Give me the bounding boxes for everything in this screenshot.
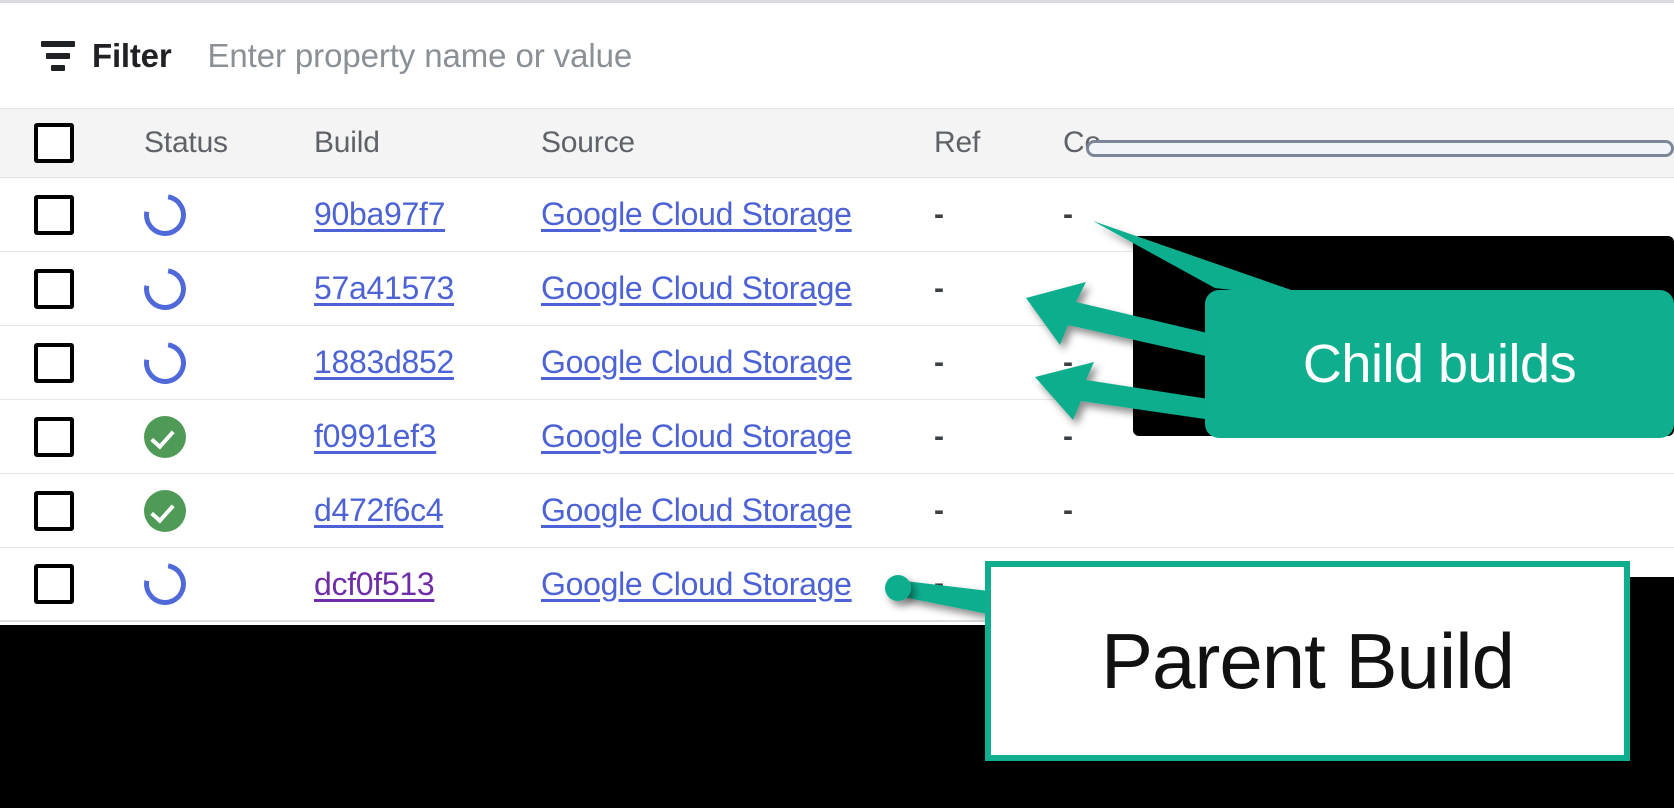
row-ref-cell: - — [934, 178, 994, 251]
select-all-checkbox[interactable] — [34, 123, 74, 163]
row-commit-cell: - — [1063, 178, 1123, 251]
row-build-cell: dcf0f513 — [314, 548, 524, 620]
build-link[interactable]: dcf0f513 — [314, 566, 435, 603]
commit-value: - — [1063, 197, 1073, 231]
row-source-cell: Google Cloud Storage — [541, 326, 871, 399]
build-link[interactable]: f0991ef3 — [314, 418, 436, 455]
filter-icon[interactable] — [38, 39, 78, 73]
filter-bar: Filter — [0, 3, 1674, 108]
column-header-status-label: Status — [144, 126, 228, 159]
ref-value: - — [934, 197, 944, 231]
row-source-cell: Google Cloud Storage — [541, 178, 871, 251]
row-status-cell — [144, 474, 284, 547]
parent-build-label: Parent Build — [1101, 617, 1515, 705]
in-progress-spinner-icon — [135, 554, 195, 614]
row-checkbox[interactable] — [34, 416, 74, 457]
row-select-cell — [34, 400, 94, 473]
row-source-cell: Google Cloud Storage — [541, 400, 871, 473]
row-source-cell: Google Cloud Storage — [541, 474, 871, 547]
row-build-cell: 90ba97f7 — [314, 178, 524, 251]
row-commit-cell: - — [1063, 400, 1123, 473]
row-status-cell — [135, 548, 284, 620]
table-row[interactable]: d472f6c4 Google Cloud Storage - - — [0, 474, 1674, 548]
table-header-row: Status Build Source Ref Co — [0, 108, 1674, 178]
row-status-cell — [135, 326, 284, 399]
build-link[interactable]: 1883d852 — [314, 344, 454, 381]
row-status-cell — [135, 252, 284, 325]
row-ref-cell: - — [934, 474, 994, 547]
child-builds-callout: Child builds — [1205, 290, 1674, 438]
ref-value: - — [934, 419, 944, 453]
row-commit-cell: - — [1063, 252, 1123, 325]
column-header-build[interactable]: Build — [314, 109, 524, 177]
in-progress-spinner-icon — [135, 333, 195, 392]
row-status-cell — [135, 178, 284, 251]
column-header-status[interactable]: Status — [144, 109, 284, 177]
in-progress-spinner-icon — [135, 259, 195, 318]
row-build-cell: d472f6c4 — [314, 474, 524, 547]
child-builds-label: Child builds — [1302, 334, 1577, 394]
build-link[interactable]: 57a41573 — [314, 270, 454, 307]
row-build-cell: 57a41573 — [314, 252, 524, 325]
commit-value: - — [1063, 345, 1073, 379]
row-source-cell: Google Cloud Storage — [541, 252, 871, 325]
commit-value: - — [1063, 271, 1073, 305]
row-select-cell — [34, 178, 94, 251]
source-link[interactable]: Google Cloud Storage — [541, 196, 852, 233]
row-ref-cell: - — [934, 400, 994, 473]
column-header-ref-label: Ref — [934, 126, 981, 159]
row-build-cell: 1883d852 — [314, 326, 524, 399]
row-ref-cell: - — [934, 252, 994, 325]
column-header-source-label: Source — [541, 126, 635, 159]
source-link[interactable]: Google Cloud Storage — [541, 418, 852, 455]
row-select-cell — [34, 474, 94, 547]
commit-value: - — [1063, 419, 1073, 453]
horizontal-scrollbar[interactable] — [1086, 140, 1674, 157]
source-link[interactable]: Google Cloud Storage — [541, 566, 852, 603]
in-progress-spinner-icon — [135, 185, 195, 244]
success-check-icon — [144, 489, 186, 532]
parent-build-callout: Parent Build — [985, 561, 1630, 761]
row-checkbox[interactable] — [34, 194, 74, 235]
row-ref-cell: - — [934, 326, 994, 399]
ref-value: - — [934, 345, 944, 379]
row-checkbox[interactable] — [34, 490, 74, 531]
row-commit-cell: - — [1063, 474, 1123, 547]
row-source-cell: Google Cloud Storage — [541, 548, 871, 620]
column-header-source[interactable]: Source — [541, 109, 871, 177]
row-commit-cell: - — [1063, 326, 1123, 399]
row-select-cell — [34, 326, 94, 399]
ref-value: - — [934, 493, 944, 527]
select-all-cell — [34, 109, 94, 177]
source-link[interactable]: Google Cloud Storage — [541, 270, 852, 307]
commit-value: - — [1063, 493, 1073, 527]
column-header-build-label: Build — [314, 126, 380, 159]
row-checkbox[interactable] — [34, 564, 74, 604]
build-link[interactable]: d472f6c4 — [314, 492, 444, 529]
ref-value: - — [934, 271, 944, 305]
row-checkbox[interactable] — [34, 342, 74, 383]
source-link[interactable]: Google Cloud Storage — [541, 492, 852, 529]
row-build-cell: f0991ef3 — [314, 400, 524, 473]
screenshot-root: Filter Status Build Source Ref Co — [0, 0, 1674, 808]
filter-input[interactable] — [207, 36, 968, 75]
row-status-cell — [144, 400, 284, 473]
source-link[interactable]: Google Cloud Storage — [541, 344, 852, 381]
success-check-icon — [144, 415, 186, 458]
build-link[interactable]: 90ba97f7 — [314, 196, 445, 233]
filter-label: Filter — [92, 36, 172, 74]
row-checkbox[interactable] — [34, 268, 74, 309]
ref-value: - — [934, 567, 944, 600]
column-header-ref[interactable]: Ref — [934, 109, 994, 177]
row-select-cell — [34, 252, 94, 325]
row-select-cell — [34, 548, 94, 620]
